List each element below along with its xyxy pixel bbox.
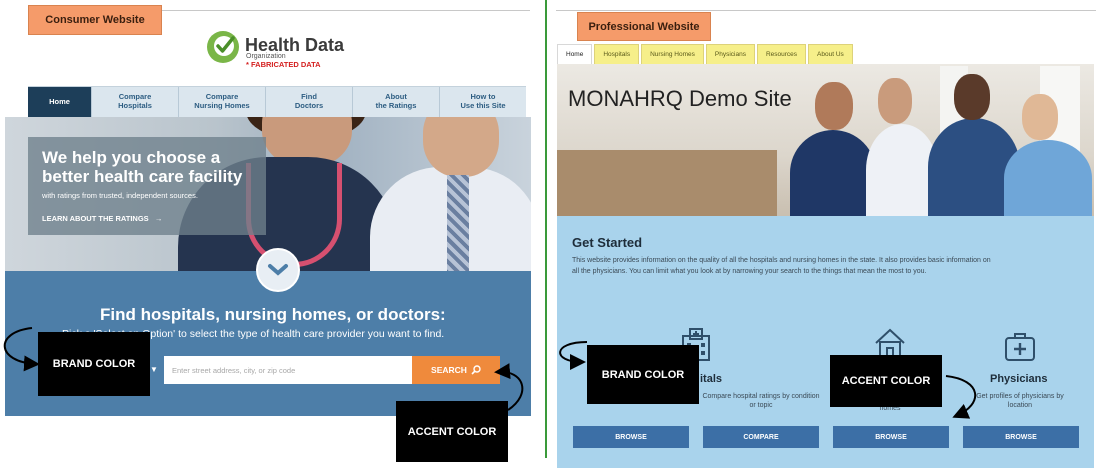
find-title: Find hospitals, nursing homes, or doctor… — [100, 305, 446, 324]
browse-physicians-button[interactable]: BROWSE — [963, 426, 1079, 448]
health-data-logo[interactable]: Health Data Organization * FABRICATED DA… — [207, 31, 367, 71]
address-search-input[interactable] — [164, 356, 412, 384]
nav-compare-nursing-homes[interactable]: Compare Nursing Homes — [179, 87, 266, 117]
tab-hospitals[interactable]: Hospitals — [594, 44, 640, 64]
hero-headline: We help you choose a better health care … — [42, 148, 243, 187]
search-button[interactable]: SEARCH — [412, 356, 500, 384]
panel-divider — [545, 0, 547, 458]
consumer-website-label: Consumer Website — [28, 5, 162, 35]
scroll-down-button[interactable] — [256, 248, 300, 292]
tab-about-us[interactable]: About Us — [808, 44, 853, 64]
accent-color-callout-consumer: ACCENT COLOR — [396, 401, 508, 462]
card-compare-desc: Compare hospital ratings by condition or… — [702, 393, 820, 410]
staff-figure — [1004, 140, 1092, 216]
checkmark-icon — [214, 36, 235, 56]
card-physicians-desc: Get profiles of physicians by location — [976, 393, 1064, 410]
professional-website-label: Professional Website — [577, 12, 711, 41]
arrow-right-icon: → — [150, 214, 163, 223]
staff-figure — [790, 130, 876, 216]
nav-about-ratings[interactable]: About the Ratings — [353, 87, 440, 117]
doctor2-face — [423, 117, 499, 177]
staff-face — [1022, 94, 1058, 140]
card-physicians-title: Physicians — [990, 373, 1048, 385]
tab-home[interactable]: Home — [557, 44, 593, 64]
hero-counter — [557, 150, 777, 216]
tab-physicians[interactable]: Physicians — [705, 44, 755, 64]
brand-color-callout-consumer: BRAND COLOR — [38, 332, 150, 396]
medical-kit-icon — [1005, 333, 1035, 361]
card-hospitals-title: itals — [700, 373, 723, 385]
learn-link-label: LEARN ABOUT THE RATINGS — [42, 214, 149, 223]
comparison-stage: Consumer Website Health Data Organizatio… — [0, 0, 1098, 471]
professional-top-rule — [556, 10, 1096, 11]
staff-face — [815, 82, 853, 130]
logo-subtitle: Organization — [246, 53, 286, 60]
professional-tab-bar: Home Hospitals Nursing Homes Physicians … — [557, 44, 853, 64]
nav-home[interactable]: Home — [28, 87, 92, 117]
browse-nursing-homes-button[interactable]: BROWSE — [833, 426, 949, 448]
compare-hospitals-button[interactable]: COMPARE — [703, 426, 819, 448]
nav-find-doctors[interactable]: Find Doctors — [266, 87, 353, 117]
search-button-label: SEARCH — [431, 365, 467, 375]
browse-hospitals-button[interactable]: BROWSE — [573, 426, 689, 448]
accent-color-callout-professional: ACCENT COLOR — [830, 355, 942, 407]
tab-nursing-homes[interactable]: Nursing Homes — [641, 44, 704, 64]
fabricated-data-note: * FABRICATED DATA — [246, 60, 321, 69]
consumer-main-nav: Home Compare Hospitals Compare Nursing H… — [28, 86, 526, 117]
get-started-title: Get Started — [572, 235, 643, 250]
hero-subtext: with ratings from trusted, independent s… — [42, 191, 198, 200]
nav-compare-hospitals[interactable]: Compare Hospitals — [92, 87, 179, 117]
chevron-down-icon — [268, 264, 288, 276]
nav-how-to-use[interactable]: How to Use this Site — [440, 87, 526, 117]
doctor2-tie — [447, 175, 469, 272]
staff-face — [878, 78, 912, 124]
get-started-text: This website provides information on the… — [572, 257, 991, 275]
brand-color-callout-professional: BRAND COLOR — [587, 345, 699, 404]
tab-resources[interactable]: Resources — [756, 44, 807, 64]
search-icon — [471, 365, 481, 375]
staff-face — [954, 74, 990, 120]
select-caret-icon[interactable]: ▼ — [150, 365, 158, 374]
site-title: MONAHRQ Demo Site — [568, 86, 792, 111]
learn-about-ratings-link[interactable]: LEARN ABOUT THE RATINGS → — [42, 214, 162, 223]
